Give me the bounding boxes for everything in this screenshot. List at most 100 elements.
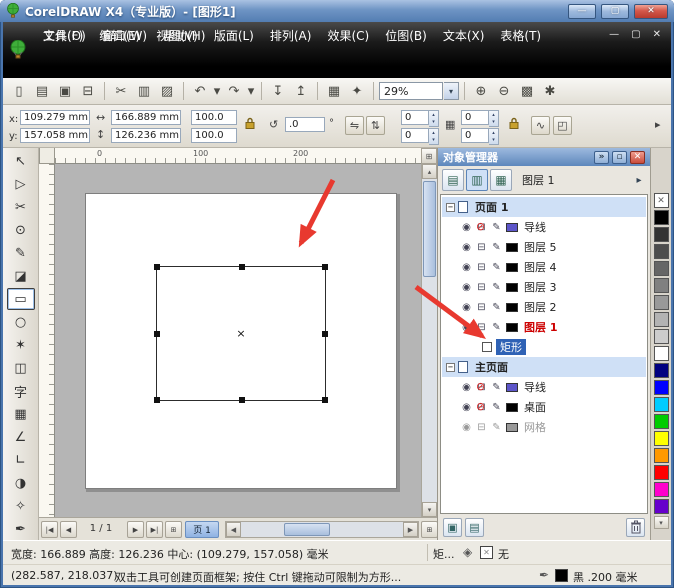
layer-color-chip[interactable]	[506, 242, 518, 252]
layer-label[interactable]: 图层 4	[524, 259, 557, 275]
selection-handle[interactable]	[239, 397, 245, 403]
import-button[interactable]: ↧	[267, 81, 289, 102]
edit-pencil-icon[interactable]: ✎	[490, 262, 503, 273]
add-page-button[interactable]: ⊞	[165, 521, 182, 538]
table-tool[interactable]: ▦	[7, 403, 35, 425]
blend-tool[interactable]: ◑	[7, 472, 35, 494]
docker-close-button[interactable]: ✕	[630, 150, 645, 164]
spinner-buttons[interactable]: ▴ ▾	[489, 110, 499, 127]
palette-scroll-down-button[interactable]: ▾	[653, 516, 669, 529]
layer-color-chip[interactable]	[506, 302, 518, 312]
y-position-field[interactable]: 157.058 mm	[20, 128, 90, 143]
mirror-vertical-button[interactable]: ⇅	[366, 116, 385, 135]
previous-page-button[interactable]: ◀	[60, 521, 77, 538]
layer-row[interactable]: ◉ ⊟ ✎ 图层 2	[442, 297, 646, 317]
layer-color-chip[interactable]	[506, 282, 518, 292]
corner-lock-icon[interactable]	[509, 117, 519, 133]
selection-handle[interactable]	[154, 264, 160, 270]
color-swatch[interactable]	[653, 363, 669, 378]
color-swatch[interactable]	[653, 329, 669, 344]
horizontal-scrollbar[interactable]: ◀ ▶	[225, 521, 419, 538]
minimize-button[interactable]: —	[568, 3, 596, 19]
visibility-eye-icon[interactable]: ◉	[460, 302, 473, 313]
color-swatch[interactable]	[653, 278, 669, 293]
edit-pencil-icon[interactable]: ✎	[490, 282, 503, 293]
x-position-field[interactable]: 109.279 mm	[20, 110, 90, 125]
scale-v-field[interactable]: 100.0	[191, 128, 237, 143]
layer-label[interactable]: 导线	[524, 219, 546, 235]
scroll-up-button[interactable]: ▴	[422, 164, 437, 179]
visibility-eye-icon[interactable]: ◉	[460, 262, 473, 273]
object-row[interactable]: 矩形	[442, 337, 646, 357]
corner-radius-bl-field[interactable]: 0	[401, 128, 429, 143]
layer-label[interactable]: 桌面	[524, 399, 546, 415]
printer-icon[interactable]: ⊟ ⊘	[475, 400, 488, 413]
layer-row[interactable]: ◉ ⊟ ⊘ ✎ 桌面	[442, 397, 646, 417]
collapse-icon[interactable]: −	[446, 202, 455, 212]
layer-row[interactable]: ◉ ⊟ ✎ 图层 5	[442, 237, 646, 257]
selection-handle[interactable]	[322, 397, 328, 403]
smart-fill-tool[interactable]: ◪	[7, 265, 35, 287]
application-launcher-button[interactable]: ▦	[323, 81, 345, 102]
object-center-mark[interactable]: ×	[236, 326, 245, 339]
page-tab[interactable]: 页 1	[185, 521, 219, 538]
layer-row[interactable]: ◉ ⊟ ✎ 网格	[442, 417, 646, 437]
edit-pencil-icon[interactable]: ✎	[490, 382, 503, 393]
close-button[interactable]: ✕	[634, 3, 668, 19]
selection-handle[interactable]	[322, 331, 328, 337]
page-label[interactable]: 页面 1	[475, 199, 508, 215]
selection-handle[interactable]	[154, 331, 160, 337]
corner-radius-tr-field[interactable]: 0	[461, 110, 489, 125]
object-width-field[interactable]: 166.889 mm	[111, 110, 181, 125]
paste-button[interactable]: ▨	[156, 81, 178, 102]
spinner-buttons[interactable]: ▴ ▾	[429, 128, 439, 145]
color-swatch[interactable]	[653, 244, 669, 259]
maximize-button[interactable]: ▢	[601, 3, 629, 19]
color-swatch[interactable]	[653, 414, 669, 429]
printer-icon[interactable]: ⊟	[475, 322, 488, 333]
print-button[interactable]: ⊟	[77, 81, 99, 102]
visibility-eye-icon[interactable]: ◉	[460, 322, 473, 333]
menu-help[interactable]: 帮助(H)	[155, 27, 213, 44]
layer-color-chip[interactable]	[506, 422, 518, 432]
corner-radius-tl-field[interactable]: 0	[401, 110, 429, 125]
menu-effects[interactable]: 效果(C)	[319, 27, 377, 44]
layer-label[interactable]: 导线	[524, 379, 546, 395]
page-area[interactable]: ×	[85, 193, 397, 489]
selected-rectangle[interactable]: ×	[154, 264, 328, 403]
scroll-left-button[interactable]: ◀	[226, 522, 241, 537]
layer-row[interactable]: ◉ ⊟ ⊘ ✎ 导线	[442, 377, 646, 397]
docker-shade-button[interactable]: ▫	[612, 150, 627, 164]
save-button[interactable]: ▣	[54, 81, 76, 102]
scroll-down-button[interactable]: ▾	[422, 502, 437, 517]
color-swatch[interactable]	[653, 499, 669, 514]
export-button[interactable]: ↥	[290, 81, 312, 102]
new-master-layer-button[interactable]: ▤	[465, 517, 484, 537]
docker-flyout-button[interactable]: ▸	[632, 175, 646, 186]
layer-row[interactable]: ◉ ⊟ ✎ 图层 4	[442, 257, 646, 277]
visibility-eye-icon[interactable]: ◉	[460, 222, 473, 233]
edit-pencil-icon[interactable]: ✎	[490, 402, 503, 413]
visibility-eye-icon[interactable]: ◉	[460, 422, 473, 433]
printer-icon[interactable]: ⊟	[475, 282, 488, 293]
cut-button[interactable]: ✂	[110, 81, 132, 102]
color-swatch[interactable]	[653, 397, 669, 412]
active-layer-row[interactable]: ◉ ⊟ ✎ 图层 1	[442, 317, 646, 337]
printer-icon[interactable]: ⊟ ⊘	[475, 380, 488, 393]
scale-h-field[interactable]: 100.0	[191, 110, 237, 125]
spinner-buttons[interactable]: ▴ ▾	[489, 128, 499, 145]
layer-row[interactable]: ◉ ⊟ ⊘ ✎ 导线	[442, 217, 646, 237]
pick-tool[interactable]: ↖	[7, 150, 35, 172]
undo-dropdown-button[interactable]: ▾	[212, 81, 222, 102]
convert-to-curves-button[interactable]: ∿	[531, 116, 550, 135]
menu-arrange[interactable]: 排列(A)	[262, 27, 320, 44]
ellipse-tool[interactable]: ○	[7, 311, 35, 333]
selection-handle[interactable]	[239, 264, 245, 270]
layer-label[interactable]: 图层 2	[524, 299, 557, 315]
menu-table[interactable]: 表格(T)	[492, 27, 549, 44]
zoom-in-button[interactable]: ⊕	[470, 81, 492, 102]
layer-manager-view-button[interactable]: ▦	[490, 169, 512, 191]
new-document-button[interactable]: ▯	[8, 81, 30, 102]
edit-pencil-icon[interactable]: ✎	[490, 242, 503, 253]
page-row[interactable]: − 页面 1	[442, 197, 646, 217]
